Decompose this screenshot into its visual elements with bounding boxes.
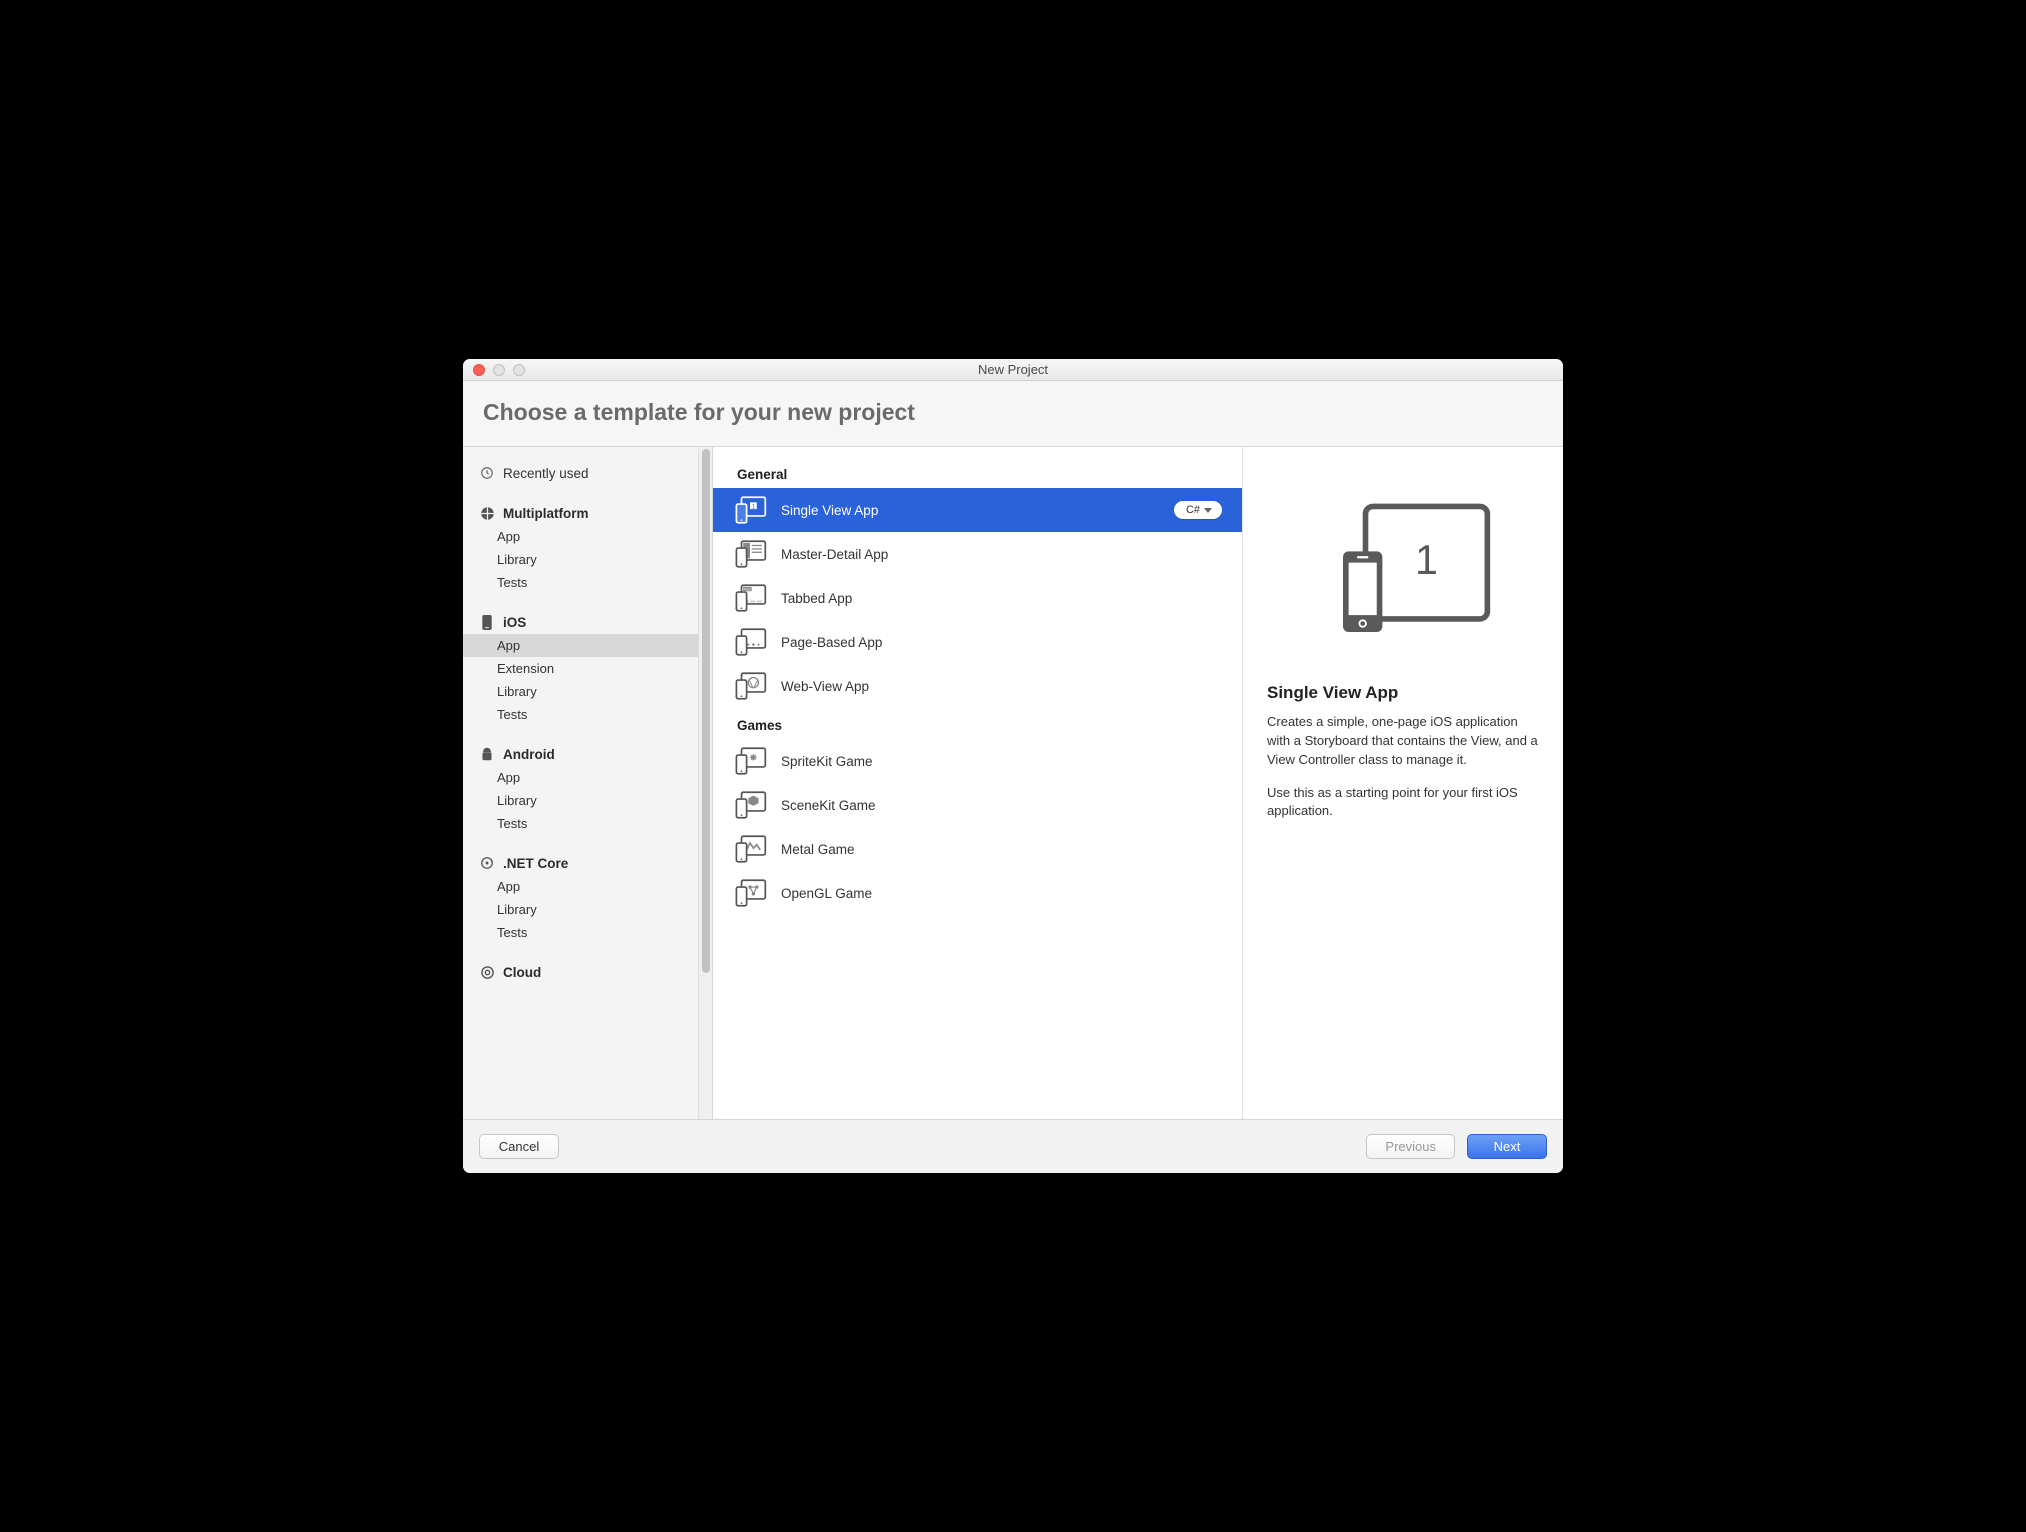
- master-detail-icon: [733, 538, 767, 570]
- detail-description-2: Use this as a starting point for your fi…: [1267, 784, 1539, 822]
- tabbed-app-icon: First: [733, 582, 767, 614]
- sidebar-item-netcore-library[interactable]: Library: [463, 898, 712, 921]
- detail-illustration: 1: [1267, 497, 1539, 647]
- sidebar-head-ios[interactable]: iOS: [463, 610, 712, 634]
- page-heading: Choose a template for your new project: [483, 399, 1543, 426]
- clock-icon: [479, 465, 495, 481]
- sidebar-section-netcore: .NET Core App Library Tests: [463, 851, 712, 944]
- sidebar-item-netcore-app[interactable]: App: [463, 875, 712, 898]
- template-page-based-app[interactable]: Page-Based App: [713, 620, 1242, 664]
- cancel-button[interactable]: Cancel: [479, 1134, 559, 1159]
- footer: Cancel Previous Next: [463, 1119, 1563, 1173]
- sidebar-item-android-library[interactable]: Library: [463, 789, 712, 812]
- sidebar-item-recently-used[interactable]: Recently used: [463, 461, 712, 485]
- sidebar: Recently used Multiplatform App Library …: [463, 447, 713, 1119]
- templates-list: General 1 Single View App C#: [713, 447, 1243, 1119]
- template-web-view-app[interactable]: Web-View App: [713, 664, 1242, 708]
- template-opengl-game[interactable]: OpenGL Game: [713, 871, 1242, 915]
- sidebar-section-multiplatform: Multiplatform App Library Tests: [463, 501, 712, 594]
- android-icon: [479, 746, 495, 762]
- sidebar-section-cloud: Cloud: [463, 960, 712, 984]
- traffic-lights: [463, 364, 525, 376]
- template-master-detail-app[interactable]: Master-Detail App: [713, 532, 1242, 576]
- template-label: Tabbed App: [781, 591, 1222, 606]
- sidebar-item-android-app[interactable]: App: [463, 766, 712, 789]
- previous-button[interactable]: Previous: [1366, 1134, 1455, 1159]
- template-label: OpenGL Game: [781, 886, 1222, 901]
- template-spritekit-game[interactable]: ✸ SpriteKit Game: [713, 739, 1242, 783]
- new-project-window: New Project Choose a template for your n…: [463, 359, 1563, 1173]
- sidebar-item-ios-tests[interactable]: Tests: [463, 703, 712, 726]
- body: Recently used Multiplatform App Library …: [463, 447, 1563, 1119]
- template-metal-game[interactable]: Metal Game: [713, 827, 1242, 871]
- sidebar-item-multiplatform-library[interactable]: Library: [463, 548, 712, 571]
- sidebar-recent-section: Recently used: [463, 461, 712, 485]
- template-label: Web-View App: [781, 679, 1222, 694]
- sidebar-head-android[interactable]: Android: [463, 742, 712, 766]
- sidebar-item-ios-extension[interactable]: Extension: [463, 657, 712, 680]
- detail-title: Single View App: [1267, 683, 1539, 703]
- template-label: SceneKit Game: [781, 798, 1222, 813]
- section-title: Multiplatform: [503, 506, 589, 521]
- svg-text:1: 1: [1415, 537, 1438, 583]
- sidebar-item-ios-library[interactable]: Library: [463, 680, 712, 703]
- titlebar: New Project: [463, 359, 1563, 381]
- zoom-window-button[interactable]: [513, 364, 525, 376]
- template-single-view-app[interactable]: 1 Single View App C#: [713, 488, 1242, 532]
- template-tabbed-app[interactable]: First Tabbed App: [713, 576, 1242, 620]
- web-view-icon: [733, 670, 767, 702]
- section-title: Cloud: [503, 965, 541, 980]
- sidebar-item-ios-app[interactable]: App: [463, 634, 712, 657]
- svg-text:First: First: [744, 587, 751, 591]
- minimize-window-button[interactable]: [493, 364, 505, 376]
- sidebar-head-netcore[interactable]: .NET Core: [463, 851, 712, 875]
- template-scenekit-game[interactable]: SceneKit Game: [713, 783, 1242, 827]
- template-label: SpriteKit Game: [781, 754, 1222, 769]
- next-button[interactable]: Next: [1467, 1134, 1547, 1159]
- sidebar-item-multiplatform-app[interactable]: App: [463, 525, 712, 548]
- phone-icon: [479, 614, 495, 630]
- cloud-icon: [479, 964, 495, 980]
- section-title: Android: [503, 747, 555, 762]
- recently-used-label: Recently used: [503, 466, 589, 481]
- multiplatform-icon: [479, 505, 495, 521]
- template-group-games: Games: [713, 708, 1242, 739]
- section-title: iOS: [503, 615, 526, 630]
- sidebar-item-netcore-tests[interactable]: Tests: [463, 921, 712, 944]
- sidebar-head-multiplatform[interactable]: Multiplatform: [463, 501, 712, 525]
- metal-icon: [733, 833, 767, 865]
- language-selector[interactable]: C#: [1174, 501, 1222, 519]
- close-window-button[interactable]: [473, 364, 485, 376]
- language-value: C#: [1186, 504, 1200, 516]
- page-based-icon: [733, 626, 767, 658]
- dotnet-icon: [479, 855, 495, 871]
- single-view-app-icon: 1: [733, 494, 767, 526]
- scenekit-icon: [733, 789, 767, 821]
- detail-panel: 1 Single View App Creates a simple, one-…: [1243, 447, 1563, 1119]
- window-title: New Project: [463, 362, 1563, 377]
- scrollbar-thumb[interactable]: [702, 449, 710, 973]
- template-label: Single View App: [781, 503, 1160, 518]
- template-label: Metal Game: [781, 842, 1222, 857]
- opengl-icon: [733, 877, 767, 909]
- template-group-general: General: [713, 457, 1242, 488]
- chevron-down-icon: [1204, 508, 1212, 513]
- svg-text:✸: ✸: [749, 753, 758, 764]
- sidebar-item-android-tests[interactable]: Tests: [463, 812, 712, 835]
- sidebar-item-multiplatform-tests[interactable]: Tests: [463, 571, 712, 594]
- section-title: .NET Core: [503, 856, 568, 871]
- sidebar-scrollbar[interactable]: [698, 447, 712, 1119]
- detail-description-1: Creates a simple, one-page iOS applicati…: [1267, 713, 1539, 770]
- header: Choose a template for your new project: [463, 381, 1563, 447]
- template-label: Master-Detail App: [781, 547, 1222, 562]
- spritekit-icon: ✸: [733, 745, 767, 777]
- sidebar-head-cloud[interactable]: Cloud: [463, 960, 712, 984]
- sidebar-section-android: Android App Library Tests: [463, 742, 712, 835]
- sidebar-section-ios: iOS App Extension Library Tests: [463, 610, 712, 726]
- template-label: Page-Based App: [781, 635, 1222, 650]
